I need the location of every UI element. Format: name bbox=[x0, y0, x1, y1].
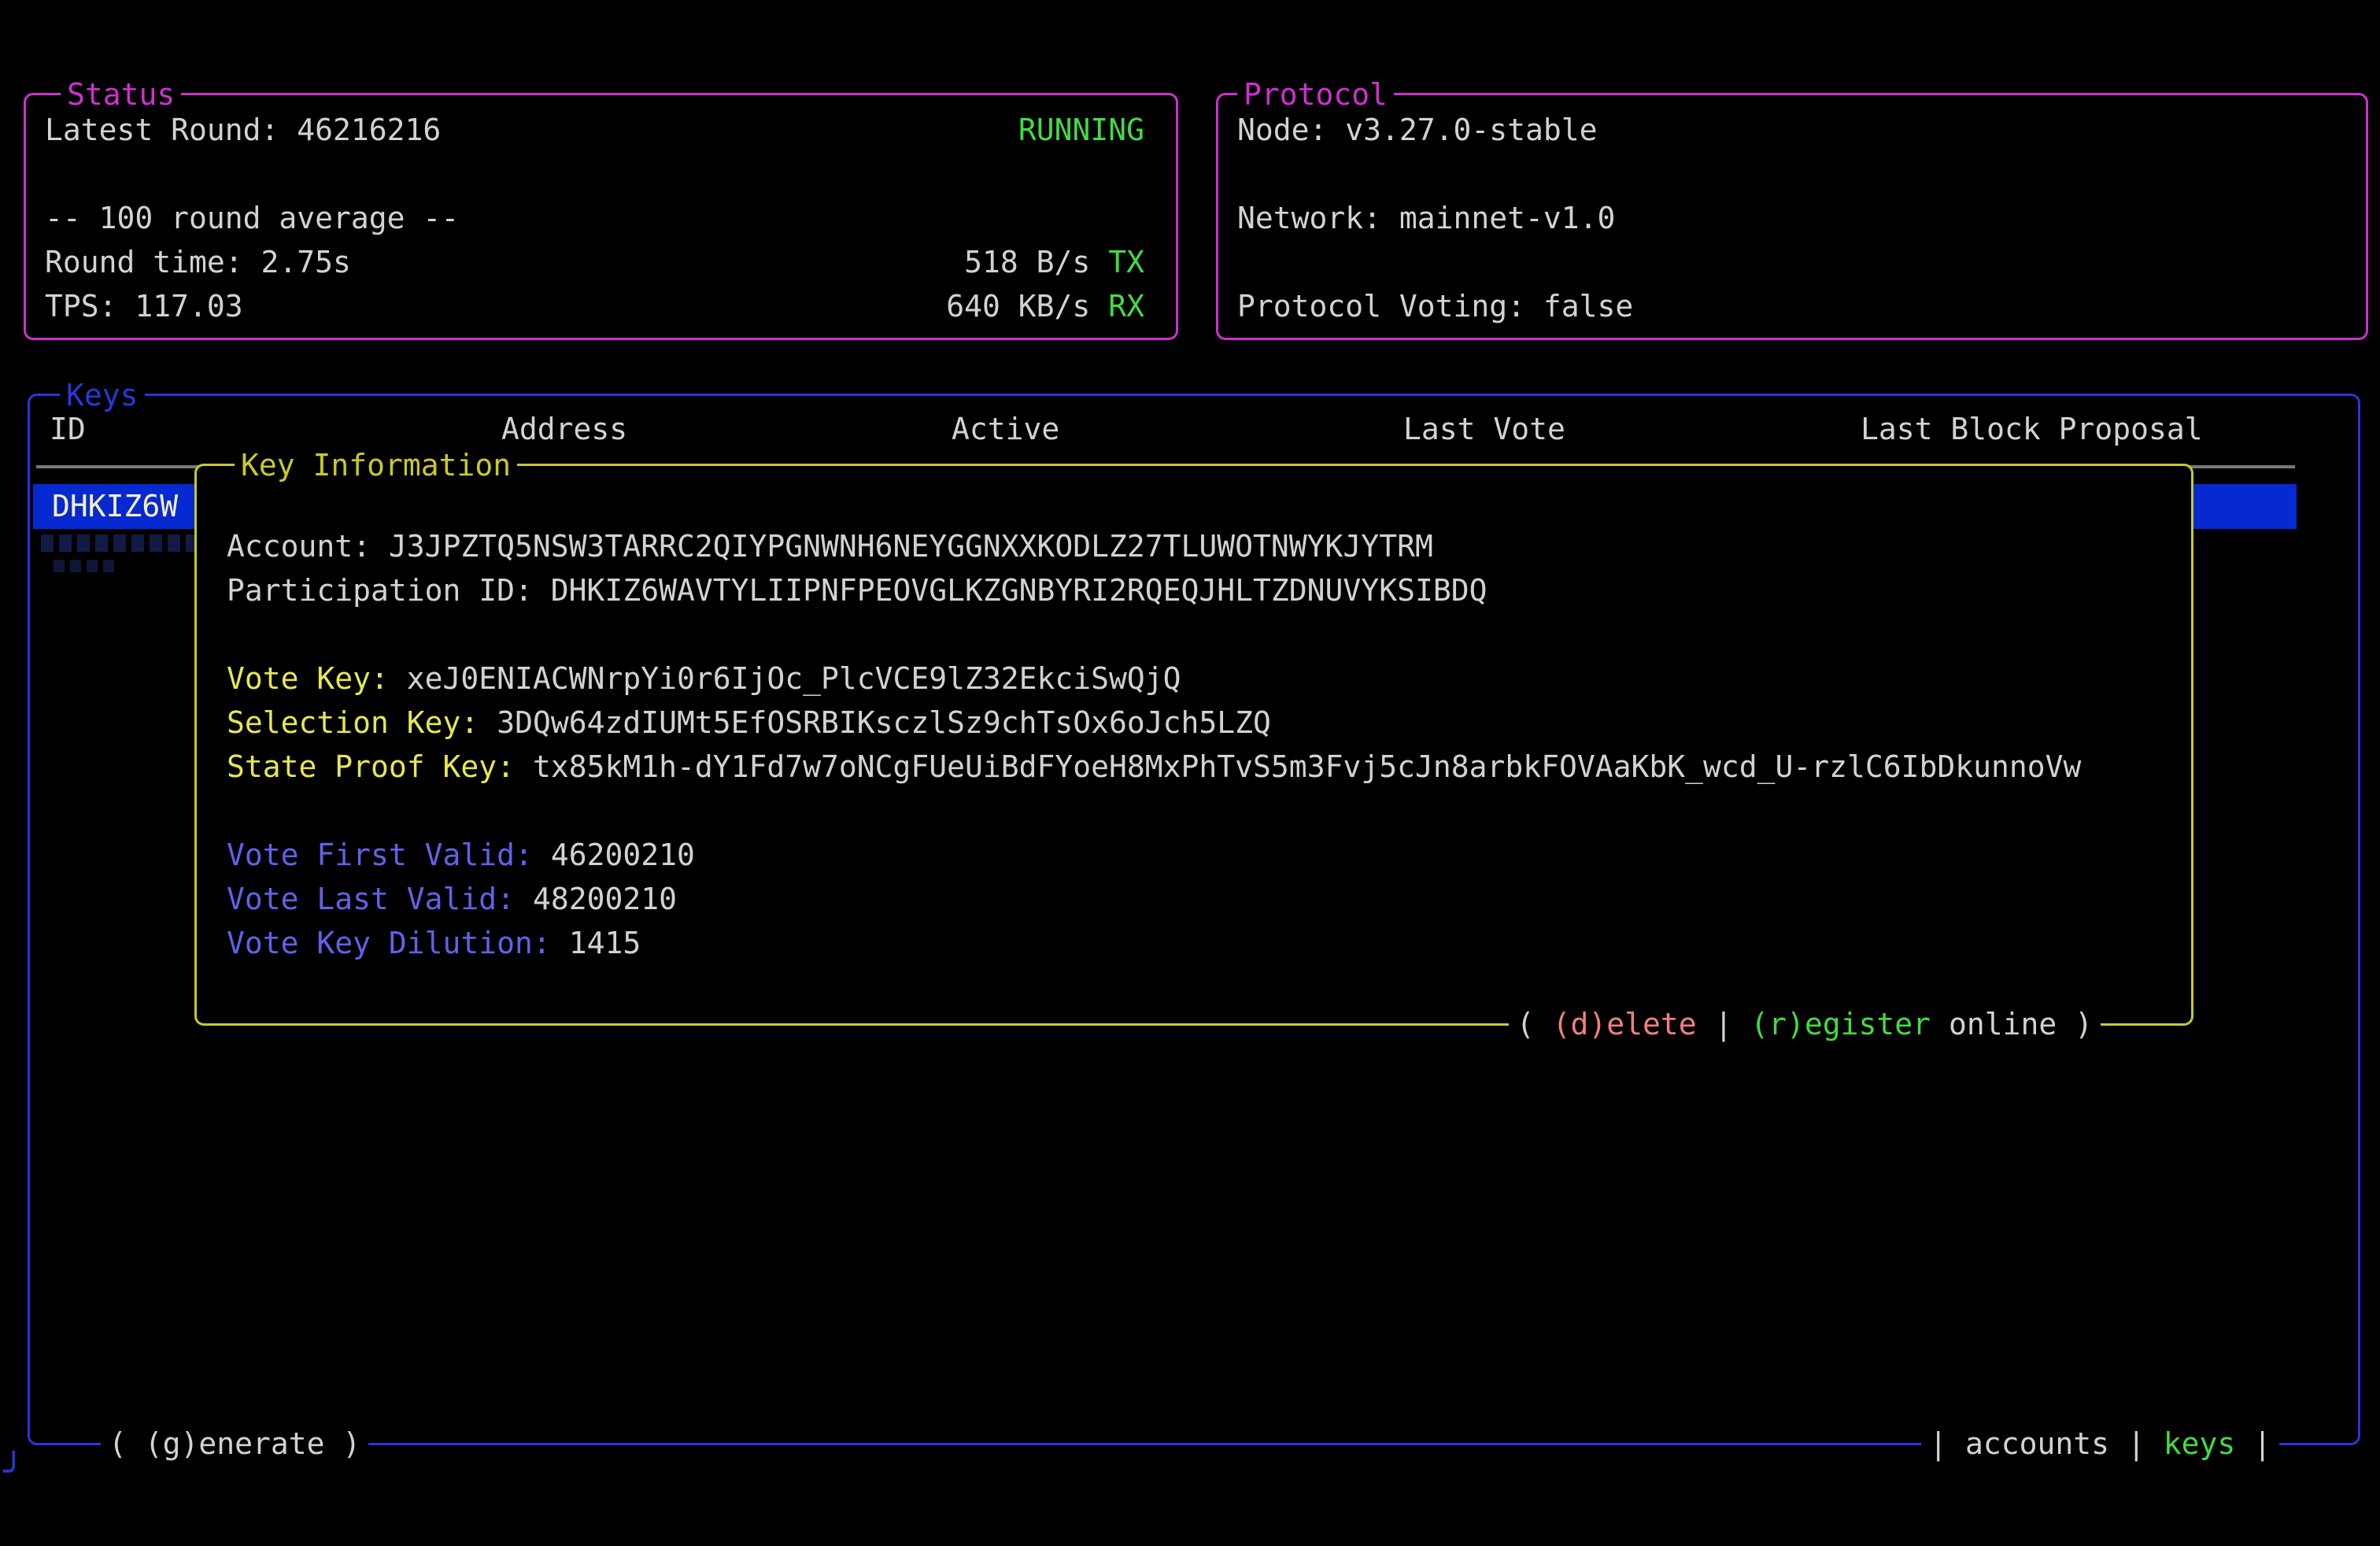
vote-first-valid-value: 46200210 bbox=[551, 838, 695, 872]
blank-line-2 bbox=[227, 789, 2168, 833]
status-panel: Status Latest Round: 46216216 RUNNING --… bbox=[24, 93, 1178, 340]
column-header-address: Address bbox=[501, 407, 627, 451]
actions-paren-open: ( bbox=[1517, 1007, 1535, 1041]
vote-key-label: Vote Key: bbox=[227, 661, 389, 696]
protocol-row-network: Network: mainnet-v1.0 bbox=[1218, 196, 2366, 240]
delete-action[interactable]: (d)elete bbox=[1553, 1007, 1697, 1041]
actions-paren-close: ) bbox=[2075, 1007, 2093, 1041]
account-line: Account: J3JPZTQ5NSW3TARRC2QIYPGNWNH6NEY… bbox=[227, 524, 2168, 568]
protocol-voting-value: Protocol Voting: false bbox=[1237, 284, 1633, 328]
rx-rate-value: 640 KB/s bbox=[946, 289, 1090, 324]
status-panel-title: Status bbox=[61, 72, 181, 117]
key-information-title: Key Information bbox=[235, 443, 517, 487]
nav-separator-2: | bbox=[2127, 1426, 2145, 1461]
participation-id-value: Participation ID: DHKIZ6WAVTYLIIPNFPEOVG… bbox=[227, 573, 1487, 608]
selected-row-dim-description bbox=[41, 534, 216, 552]
round-time-value: Round time: 2.75s bbox=[45, 240, 351, 284]
nav-separator-1: | bbox=[1929, 1426, 1947, 1461]
status-row-blank bbox=[26, 152, 1176, 196]
vote-first-valid-label: Vote First Valid: bbox=[227, 838, 533, 872]
status-row-tps: TPS: 117.03 640 KB/s RX bbox=[26, 284, 1176, 328]
register-online-suffix: online bbox=[1949, 1007, 2057, 1041]
node-state-badge: RUNNING bbox=[1018, 108, 1144, 152]
rx-rate-group: 640 KB/s RX bbox=[946, 284, 1144, 328]
nav-separator-3: | bbox=[2253, 1426, 2271, 1461]
tx-rate-value: 518 B/s bbox=[964, 245, 1090, 279]
account-value: Account: J3JPZTQ5NSW3TARRC2QIYPGNWNH6NEY… bbox=[227, 529, 1433, 564]
state-proof-key-line: State Proof Key: tx85kM1h-dY1Fd7w7oNCgFU… bbox=[227, 745, 2168, 789]
status-row-round-time: Round time: 2.75s 518 B/s TX bbox=[26, 240, 1176, 284]
protocol-row-blank1 bbox=[1218, 152, 2366, 196]
network-name: Network: mainnet-v1.0 bbox=[1237, 196, 1615, 240]
vote-last-valid-value: 48200210 bbox=[533, 882, 677, 916]
vote-key-dilution-value: 1415 bbox=[569, 926, 641, 960]
state-proof-key-label: State Proof Key: bbox=[227, 749, 515, 784]
protocol-row-blank2 bbox=[1218, 240, 2366, 284]
status-row-latest-round: Latest Round: 46216216 RUNNING bbox=[26, 108, 1176, 152]
selected-row-dim-description-2 bbox=[54, 560, 118, 572]
selection-key-value: 3DQw64zdIUMt5EfOSRBIKsczlSz9chTsOx6oJch5… bbox=[497, 705, 1271, 740]
key-actions: ( (d)elete | (r)egister online ) bbox=[1509, 1002, 2101, 1046]
vote-key-line: Vote Key: xeJ0ENIACWNrpYi0r6IjOc_PlcVCE9… bbox=[227, 656, 2168, 701]
generate-button[interactable]: ( (g)enerate ) bbox=[101, 1422, 368, 1466]
vote-key-dilution-label: Vote Key Dilution: bbox=[227, 926, 551, 960]
protocol-panel-title: Protocol bbox=[1237, 72, 1394, 117]
tab-accounts[interactable]: accounts bbox=[1965, 1426, 2109, 1461]
vote-last-valid-line: Vote Last Valid: 48200210 bbox=[227, 877, 2168, 921]
blank-line-1 bbox=[227, 612, 2168, 656]
state-proof-key-value: tx85kM1h-dY1Fd7w7oNCgFUeUiBdFYoeH8MxPhTv… bbox=[533, 749, 2082, 784]
column-header-last-block-proposal: Last Block Proposal bbox=[1861, 407, 2203, 451]
actions-separator: | bbox=[1714, 1007, 1732, 1041]
selection-key-label: Selection Key: bbox=[227, 705, 479, 740]
column-header-active: Active bbox=[952, 407, 1059, 451]
participation-id-line: Participation ID: DHKIZ6WAVTYLIIPNFPEOVG… bbox=[227, 568, 2168, 612]
rx-rate-unit: RX bbox=[1108, 289, 1144, 324]
tps-value: TPS: 117.03 bbox=[45, 284, 243, 328]
vote-key-dilution-line: Vote Key Dilution: 1415 bbox=[227, 921, 2168, 965]
column-header-id: ID bbox=[50, 407, 86, 451]
tx-rate-group: 518 B/s TX bbox=[964, 240, 1144, 284]
tx-rate-unit: TX bbox=[1108, 245, 1144, 279]
column-header-last-vote: Last Vote bbox=[1403, 407, 1565, 451]
vote-key-value: xeJ0ENIACWNrpYi0r6IjOc_PlcVCE9lZ32EkciSw… bbox=[407, 661, 1181, 696]
vote-first-valid-line: Vote First Valid: 46200210 bbox=[227, 833, 2168, 877]
stray-border-corner-glyph: ╯ bbox=[3, 1450, 24, 1494]
key-information-dialog: Key Information Account: J3JPZTQ5NSW3TAR… bbox=[194, 464, 2193, 1026]
protocol-row-voting: Protocol Voting: false bbox=[1218, 284, 2366, 328]
round-average-heading: -- 100 round average -- bbox=[45, 196, 459, 240]
vote-last-valid-label: Vote Last Valid: bbox=[227, 882, 515, 916]
register-online-action[interactable]: (r)egister bbox=[1750, 1007, 1931, 1041]
protocol-panel: Protocol Node: v3.27.0-stable Network: m… bbox=[1216, 93, 2368, 340]
selected-key-id: DHKIZ6W bbox=[52, 489, 178, 523]
status-row-average-heading: -- 100 round average -- bbox=[26, 196, 1176, 240]
view-nav: | accounts | keys | bbox=[1921, 1422, 2279, 1466]
tab-keys[interactable]: keys bbox=[2164, 1426, 2236, 1461]
selection-key-line: Selection Key: 3DQw64zdIUMt5EfOSRBIKsczl… bbox=[227, 701, 2168, 745]
